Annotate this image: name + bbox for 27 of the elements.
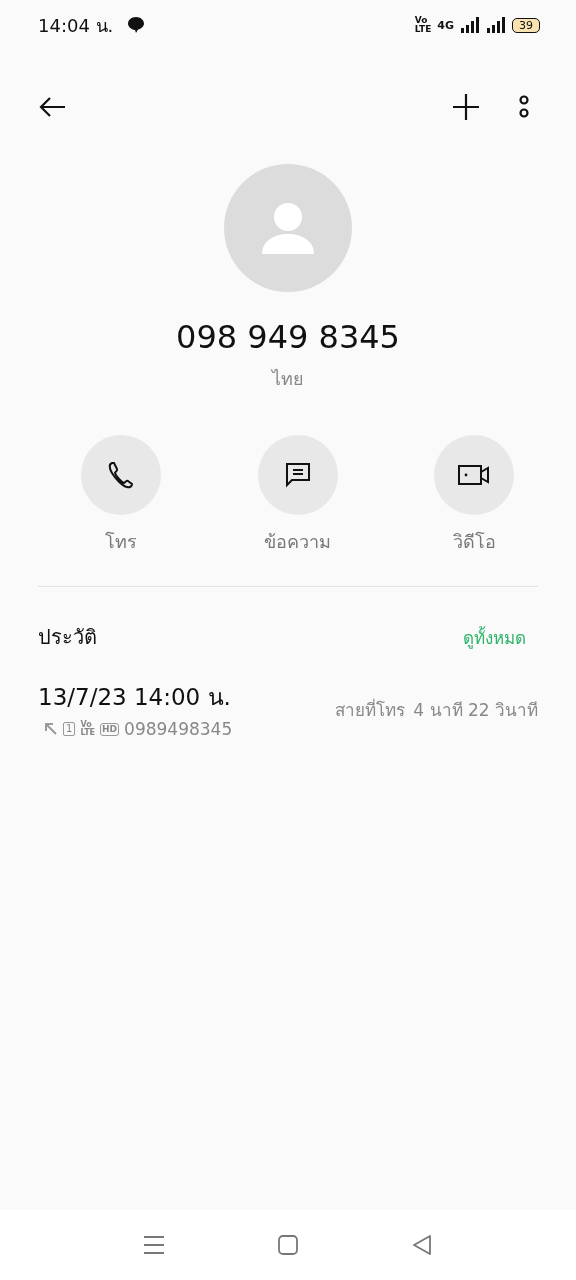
status-time: 14:04 น.: [38, 13, 114, 38]
phone-icon: [106, 460, 136, 490]
sim-badge: 1: [63, 722, 76, 736]
location-label: ไทย: [272, 367, 304, 391]
action-label: ข้อความ: [264, 530, 331, 554]
phone-number: 098 949 8345: [176, 318, 400, 356]
avatar-icon: [224, 164, 352, 292]
signal-icon: [486, 17, 506, 33]
hd-badge: HD: [100, 722, 120, 736]
call-duration: 4 นาที 22 วินาที: [413, 698, 538, 722]
signal-icon: [460, 17, 480, 33]
section-title: ประวัติ: [38, 624, 97, 651]
volte-status-icon: Vo LTE: [414, 16, 432, 34]
battery-indicator: 39: [512, 17, 540, 33]
video-camera-icon: [457, 463, 491, 487]
volte-label: Vo LTE: [80, 721, 96, 737]
call-type: สายที่โทร: [335, 697, 406, 722]
more-icon: [518, 94, 530, 120]
call-datetime: 13/7/23 14:00 น.: [38, 683, 232, 712]
view-all-link[interactable]: ดูทั้งหมด: [463, 623, 526, 651]
chat-bubble-icon: [127, 16, 146, 34]
outgoing-arrow-icon: [44, 722, 58, 736]
call-number: 0989498345: [124, 719, 233, 739]
message-icon: [283, 461, 312, 489]
action-label: วิดีโอ: [452, 530, 496, 554]
action-label: โทร: [105, 530, 137, 554]
network-type-label: 4G: [437, 18, 454, 32]
